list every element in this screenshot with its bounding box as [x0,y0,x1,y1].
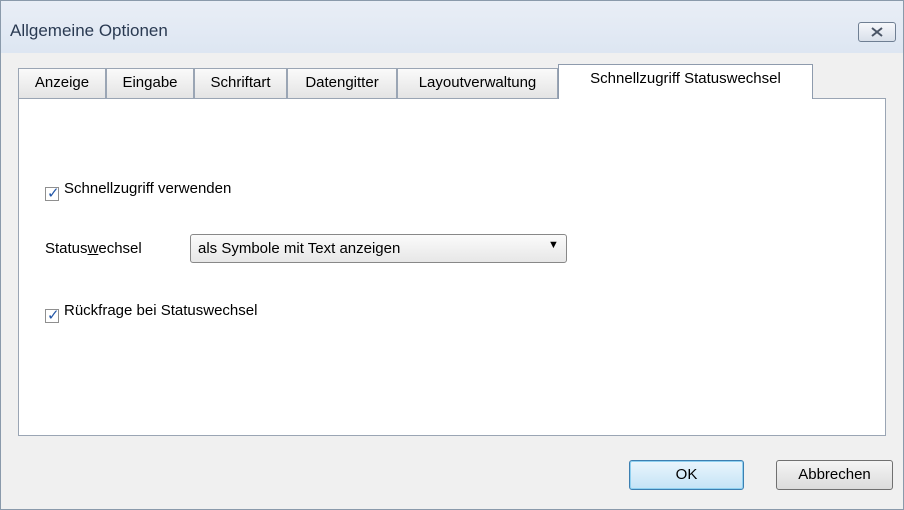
tab-schriftart[interactable]: Schriftart [194,68,287,98]
close-button[interactable] [858,22,896,42]
tab-datengitter[interactable]: Datengitter [287,68,397,98]
confirm-status-change-label[interactable]: Rückfrage bei Statuswechsel [64,302,257,319]
tab-panel: Schnellzugriff verwenden Statuswechsel a… [18,98,886,436]
status-change-select[interactable]: als Symbole mit Text anzeigen ▼ [190,234,567,263]
title-bar[interactable]: Allgemeine Optionen [1,1,903,53]
tab-schnellzugriff-statuswechsel[interactable]: Schnellzugriff Statuswechsel [558,64,813,99]
ok-button[interactable]: OK [629,460,744,490]
cancel-button[interactable]: Abbrechen [776,460,893,490]
status-change-label: Statuswechsel [45,240,142,257]
tab-layoutverwaltung[interactable]: Layoutverwaltung [397,68,558,98]
tab-anzeige[interactable]: Anzeige [18,68,106,98]
chevron-down-icon[interactable]: ▼ [548,239,559,251]
dialog-content: Anzeige Eingabe Schriftart Datengitter L… [10,53,894,509]
status-change-value: als Symbole mit Text anzeigen [198,240,401,257]
use-quick-access-label[interactable]: Schnellzugriff verwenden [64,180,231,197]
dialog-window: Allgemeine Optionen Anzeige Eingabe Schr… [0,0,904,510]
window-title: Allgemeine Optionen [10,21,168,40]
confirm-status-change-checkbox[interactable] [45,306,60,324]
tab-eingabe[interactable]: Eingabe [106,68,194,98]
tab-strip: Anzeige Eingabe Schriftart Datengitter L… [10,64,894,99]
close-icon [871,27,883,37]
use-quick-access-checkbox[interactable] [45,184,60,202]
